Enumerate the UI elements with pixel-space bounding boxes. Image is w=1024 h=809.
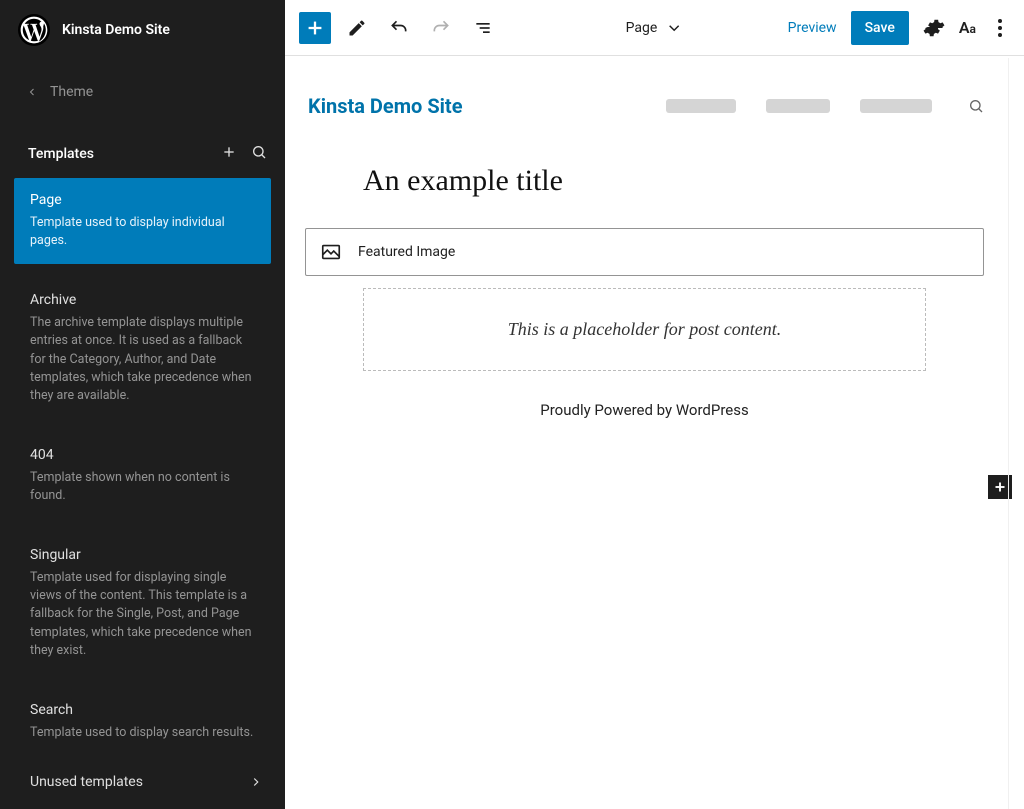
template-list: Page Template used to display individual…: [0, 178, 285, 756]
editor-main: Page Preview Save Aa Kinsta Demo Site: [285, 0, 1024, 809]
template-desc: The archive template displays multiple e…: [30, 314, 255, 405]
undo-button[interactable]: [383, 12, 415, 44]
inserter-toggle-button[interactable]: [299, 12, 331, 44]
post-content-placeholder[interactable]: This is a placeholder for post content.: [363, 288, 926, 371]
template-item-singular[interactable]: Singular Template used for displaying si…: [14, 533, 271, 674]
dot-icon: [998, 19, 1002, 23]
template-item-page[interactable]: Page Template used to display individual…: [14, 178, 271, 264]
templates-section-title: Templates: [28, 146, 94, 162]
document-dropdown[interactable]: Page: [626, 19, 684, 37]
list-view-icon: [473, 18, 493, 38]
template-title: Archive: [30, 292, 255, 308]
more-options-button[interactable]: [990, 15, 1010, 41]
site-footer-text[interactable]: Proudly Powered by WordPress: [363, 401, 926, 419]
gear-icon: [923, 17, 945, 39]
template-item-archive[interactable]: Archive The archive template displays mu…: [14, 278, 271, 419]
dot-icon: [998, 26, 1002, 30]
undo-icon: [389, 18, 409, 38]
templates-section-header: Templates: [0, 124, 285, 178]
unused-templates-label: Unused templates: [30, 774, 143, 790]
wordpress-logo-icon[interactable]: [18, 14, 50, 46]
nav-item-placeholder: [766, 99, 830, 113]
redo-icon: [431, 18, 451, 38]
navigation-placeholder[interactable]: [666, 98, 984, 114]
template-desc: Template used for displaying single view…: [30, 569, 255, 660]
canvas-scrollbar[interactable]: [1008, 58, 1024, 809]
template-item-404[interactable]: 404 Template shown when no content is fo…: [14, 433, 271, 519]
template-desc: Template used to display individual page…: [30, 214, 255, 250]
document-label: Page: [626, 20, 658, 36]
editor-toolbar: Page Preview Save Aa: [285, 0, 1024, 56]
styles-button[interactable]: Aa: [959, 18, 976, 37]
redo-button[interactable]: [425, 12, 457, 44]
unused-templates-button[interactable]: Unused templates: [0, 756, 285, 808]
template-title: Page: [30, 192, 255, 208]
template-title: Search: [30, 702, 255, 718]
featured-image-icon: [320, 241, 342, 263]
list-view-button[interactable]: [467, 12, 499, 44]
template-title: 404: [30, 447, 255, 463]
add-template-button[interactable]: [221, 144, 237, 164]
back-to-theme-button[interactable]: Theme: [0, 60, 285, 124]
site-header-block[interactable]: Kinsta Demo Site: [305, 84, 984, 140]
dot-icon: [998, 33, 1002, 37]
template-desc: Template used to display search results.: [30, 724, 255, 742]
settings-button[interactable]: [923, 17, 945, 39]
save-button[interactable]: Save: [851, 11, 909, 45]
editor-canvas[interactable]: Kinsta Demo Site An example title Featur…: [285, 56, 1024, 809]
template-desc: Template shown when no content is found.: [30, 469, 255, 505]
edit-mode-button[interactable]: [341, 12, 373, 44]
site-editor-sidebar: Kinsta Demo Site Theme Templates Page Te…: [0, 0, 285, 809]
plus-icon: [304, 17, 326, 39]
nav-item-placeholder: [860, 99, 932, 113]
template-title: Singular: [30, 547, 255, 563]
chevron-left-icon: [26, 86, 38, 98]
plus-icon: [991, 478, 1009, 496]
chevron-down-icon: [665, 19, 683, 37]
search-toggle-button[interactable]: [968, 98, 984, 114]
search-templates-button[interactable]: [251, 144, 267, 164]
plus-icon: [221, 144, 237, 160]
search-icon: [968, 98, 984, 114]
site-title-block[interactable]: Kinsta Demo Site: [308, 94, 463, 118]
template-item-search[interactable]: Search Template used to display search r…: [14, 688, 271, 756]
featured-image-block[interactable]: Featured Image: [305, 228, 984, 276]
back-label: Theme: [50, 84, 93, 100]
pencil-icon: [347, 18, 367, 38]
preview-button[interactable]: Preview: [788, 20, 837, 36]
featured-image-label: Featured Image: [358, 244, 455, 260]
sidebar-header: Kinsta Demo Site: [0, 0, 285, 60]
post-title-block[interactable]: An example title: [363, 164, 926, 198]
nav-item-placeholder: [666, 99, 736, 113]
search-icon: [251, 144, 267, 160]
chevron-right-icon: [249, 775, 263, 789]
site-title[interactable]: Kinsta Demo Site: [62, 22, 170, 38]
